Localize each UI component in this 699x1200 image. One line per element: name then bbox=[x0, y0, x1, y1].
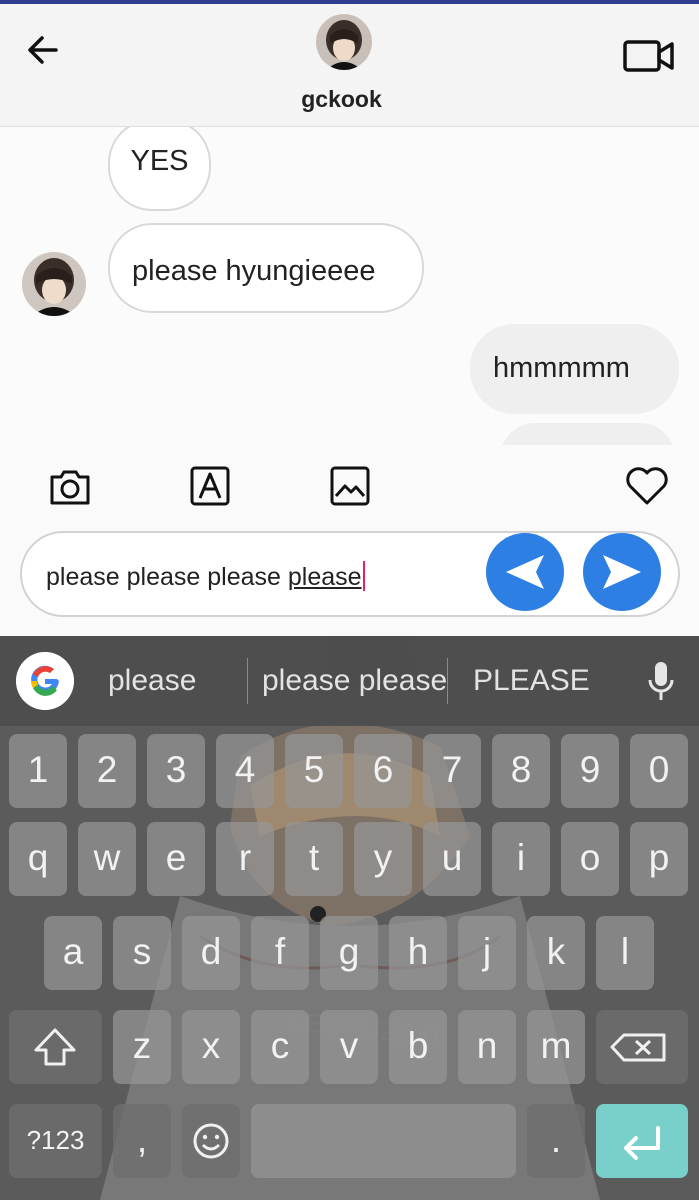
send-icon bbox=[603, 555, 641, 589]
key-p[interactable]: p bbox=[630, 822, 688, 896]
key-r[interactable]: r bbox=[216, 822, 274, 896]
key-5[interactable]: 5 bbox=[285, 734, 343, 808]
suggestion-3[interactable]: PLEASE bbox=[473, 664, 590, 698]
message-bubble-outgoing[interactable] bbox=[500, 423, 675, 445]
key-q[interactable]: q bbox=[9, 822, 67, 896]
emoji-icon bbox=[193, 1123, 229, 1159]
period-key[interactable]: . bbox=[527, 1104, 585, 1178]
key-e[interactable]: e bbox=[147, 822, 205, 896]
backspace-key[interactable] bbox=[596, 1010, 688, 1084]
send-button[interactable] bbox=[583, 533, 661, 611]
key-7[interactable]: 7 bbox=[423, 734, 481, 808]
key-1[interactable]: 1 bbox=[9, 734, 67, 808]
key-g[interactable]: g bbox=[320, 916, 378, 990]
heart-icon[interactable] bbox=[624, 465, 670, 507]
suggestion-strip: please please please PLEASE bbox=[0, 636, 699, 726]
emoji-key[interactable] bbox=[182, 1104, 240, 1178]
text-cursor bbox=[362, 561, 365, 591]
key-n[interactable]: n bbox=[458, 1010, 516, 1084]
key-i[interactable]: i bbox=[492, 822, 550, 896]
key-a[interactable]: a bbox=[44, 916, 102, 990]
key-0[interactable]: 0 bbox=[630, 734, 688, 808]
message-bubble-incoming[interactable]: YES bbox=[108, 127, 211, 211]
key-w[interactable]: w bbox=[78, 822, 136, 896]
key-s[interactable]: s bbox=[113, 916, 171, 990]
google-icon[interactable] bbox=[16, 652, 74, 710]
key-d[interactable]: d bbox=[182, 916, 240, 990]
suggestion-divider bbox=[247, 658, 248, 704]
symbols-key[interactable]: ?123 bbox=[9, 1104, 102, 1178]
message-list[interactable]: YES please hyungieeee hmmmmm bbox=[0, 127, 699, 445]
chat-username[interactable]: gckook bbox=[0, 86, 683, 113]
key-m[interactable]: m bbox=[527, 1010, 585, 1084]
arrow-left-icon[interactable] bbox=[22, 30, 66, 70]
send-left-icon bbox=[506, 555, 544, 589]
microphone-icon[interactable] bbox=[646, 660, 676, 704]
backspace-icon bbox=[610, 1033, 666, 1062]
key-v[interactable]: v bbox=[320, 1010, 378, 1084]
suggestion-2[interactable]: please please bbox=[262, 664, 447, 698]
camera-icon[interactable] bbox=[48, 467, 92, 507]
sender-avatar[interactable] bbox=[22, 252, 86, 316]
shift-icon bbox=[34, 1028, 76, 1066]
key-9[interactable]: 9 bbox=[561, 734, 619, 808]
key-h[interactable]: h bbox=[389, 916, 447, 990]
key-x[interactable]: x bbox=[182, 1010, 240, 1084]
shift-key[interactable] bbox=[9, 1010, 102, 1084]
key-l[interactable]: l bbox=[596, 916, 654, 990]
message-bubble-outgoing[interactable]: hmmmmm bbox=[470, 324, 679, 414]
avatar[interactable] bbox=[316, 14, 372, 70]
key-c[interactable]: c bbox=[251, 1010, 309, 1084]
key-b[interactable]: b bbox=[389, 1010, 447, 1084]
key-2[interactable]: 2 bbox=[78, 734, 136, 808]
key-u[interactable]: u bbox=[423, 822, 481, 896]
space-key[interactable] bbox=[251, 1104, 516, 1178]
suggestion-1[interactable]: please bbox=[108, 664, 196, 698]
video-call-icon[interactable] bbox=[620, 34, 676, 80]
key-j[interactable]: j bbox=[458, 916, 516, 990]
key-3[interactable]: 3 bbox=[147, 734, 205, 808]
send-left-button[interactable] bbox=[486, 533, 564, 611]
suggestion-divider bbox=[447, 658, 448, 704]
text-style-icon[interactable] bbox=[189, 465, 231, 507]
message-bubble-incoming[interactable]: please hyungieeee bbox=[108, 223, 424, 313]
key-f[interactable]: f bbox=[251, 916, 309, 990]
message-input-text[interactable]: please please please please bbox=[46, 561, 365, 592]
key-8[interactable]: 8 bbox=[492, 734, 550, 808]
key-o[interactable]: o bbox=[561, 822, 619, 896]
key-6[interactable]: 6 bbox=[354, 734, 412, 808]
enter-key[interactable] bbox=[596, 1104, 688, 1178]
composing-word: please bbox=[287, 563, 362, 591]
key-z[interactable]: z bbox=[113, 1010, 171, 1084]
key-k[interactable]: k bbox=[527, 916, 585, 990]
message-input[interactable]: please please please please bbox=[20, 531, 680, 617]
key-t[interactable]: t bbox=[285, 822, 343, 896]
key-y[interactable]: y bbox=[354, 822, 412, 896]
keyboard[interactable]: LEGALIZE IT please please please PLEASE … bbox=[0, 636, 699, 1200]
enter-icon bbox=[624, 1126, 660, 1160]
comma-key[interactable]: , bbox=[113, 1104, 171, 1178]
key-4[interactable]: 4 bbox=[216, 734, 274, 808]
gallery-icon[interactable] bbox=[329, 465, 371, 507]
chat-header: gckook bbox=[0, 4, 699, 127]
